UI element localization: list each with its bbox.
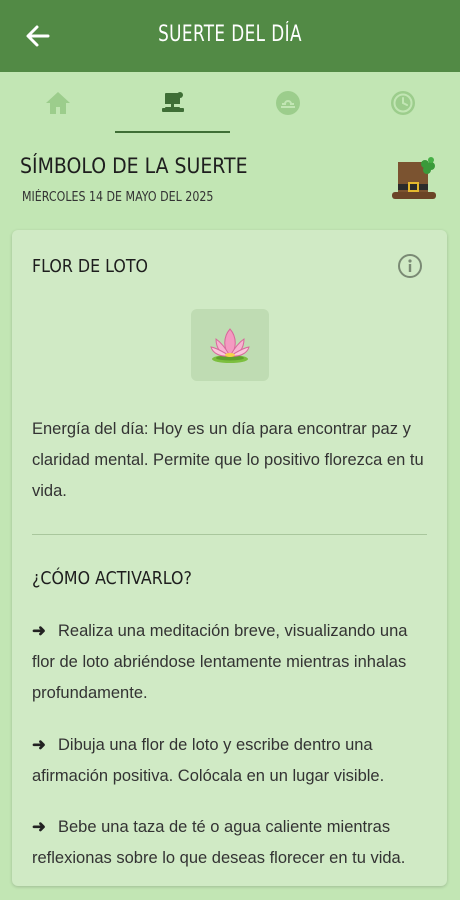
tab-luck-symbol[interactable]	[115, 72, 230, 134]
list-item: ➜ Realiza una meditación breve, visualiza…	[32, 616, 432, 709]
energy-text: Energía del día: Hoy es un día para enco…	[32, 420, 424, 500]
arrow-right-icon: ➜	[32, 736, 46, 754]
tab-zodiac[interactable]	[230, 72, 345, 134]
libra-zodiac-icon	[275, 91, 300, 115]
symbol-image-box	[191, 309, 269, 381]
tab-bar	[0, 72, 460, 134]
leprechaun-hat-icon	[161, 92, 184, 112]
info-icon[interactable]	[397, 253, 423, 279]
app-bar: SUERTE DEL DÍA	[0, 0, 460, 72]
list-item: ➜ Bebe una taza de té o agua caliente mie…	[32, 812, 432, 874]
arrow-right-icon: ➜	[32, 622, 46, 640]
list-item: ➜ Dibuja una flor de loto y escribe dentr…	[32, 730, 432, 792]
step-text: Dibuja una flor de loto y escribe dentro…	[32, 736, 385, 785]
step-text: Realiza una meditación breve, visualizan…	[32, 622, 408, 702]
arrow-right-icon: ➜	[32, 818, 46, 836]
section-date: MIÉRCOLES 14 DE MAYO DEL 2025	[22, 190, 214, 205]
active-tab-indicator	[115, 131, 230, 133]
tab-clock[interactable]	[345, 72, 460, 134]
symbol-name: FLOR DE LOTO	[32, 256, 148, 277]
section-title: SÍMBOLO DE LA SUERTE	[20, 154, 248, 178]
tab-home[interactable]	[0, 72, 115, 134]
step-text: Bebe una taza de té o agua caliente mien…	[32, 818, 406, 867]
symbol-card: FLOR DE LOTO Energía del día: Hoy es un …	[12, 230, 447, 886]
divider	[32, 534, 427, 535]
page-title: SUERTE DEL DÍA	[158, 22, 302, 47]
howto-title: ¿CÓMO ACTIVARLO?	[32, 568, 192, 589]
leprechaun-hat-clover-icon	[392, 157, 436, 199]
lotus-flower-icon	[210, 328, 250, 363]
home-icon	[45, 92, 70, 114]
clock-icon	[390, 91, 415, 115]
